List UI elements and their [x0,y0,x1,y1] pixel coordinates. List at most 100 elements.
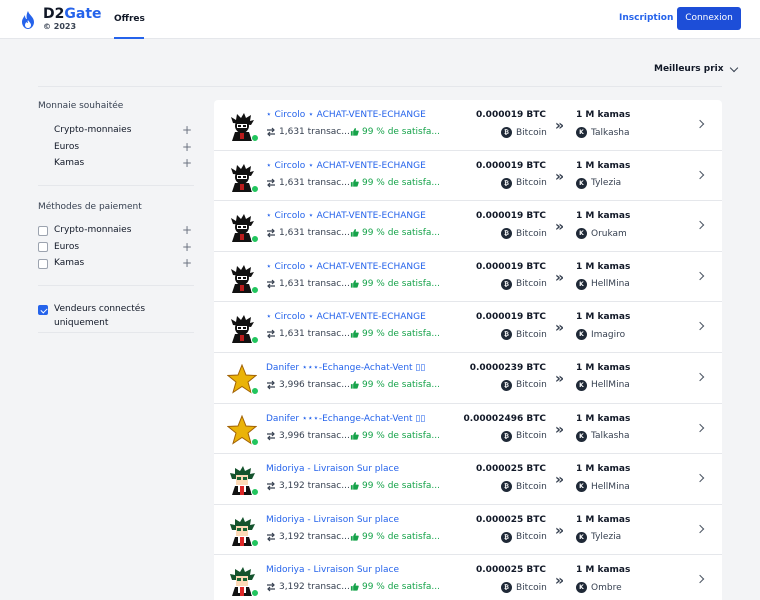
kamas-icon: K [576,582,587,594]
chevron-right-icon[interactable] [695,119,705,129]
exchange-icon [267,582,275,592]
plus-icon[interactable]: + [182,140,192,154]
seller-name[interactable]: Danifer ⋆⋆⋆-Echange-Achat-Vent ▯▯ [266,414,425,424]
bitcoin-icon: ₿ [501,531,512,543]
kamas-amount: 1 M kamas [576,312,631,323]
filter-label: Euros [54,242,80,252]
kamas-icon: K [576,177,587,189]
online-status-dot [251,336,259,345]
seller-name[interactable]: Danifer ⋆⋆⋆-Echange-Achat-Vent ▯▯ [266,363,425,373]
seller-name[interactable]: ⋆ Circolo ⋆ ACHAT-VENTE-ECHANGE [266,211,426,221]
bitcoin-icon: ₿ [501,278,512,290]
filter-label: Crypto-monnaies [54,125,132,135]
offer-row[interactable]: Danifer ⋆⋆⋆-Echange-Achat-Vent ▯▯ 3,996 … [214,352,722,404]
seller-name[interactable]: Midoriya - Livraison Sur place [266,565,399,575]
seller-name[interactable]: ⋆ Circolo ⋆ ACHAT-VENTE-ECHANGE [266,161,426,171]
online-status-dot [251,134,259,142]
login-button[interactable]: Connexion [677,7,741,30]
offer-row[interactable]: ⋆ Circolo ⋆ ACHAT-VENTE-ECHANGE 1,631 tr… [214,150,722,202]
sort-dropdown[interactable]: Meilleurs prix [654,63,738,74]
plus-icon[interactable]: + [182,156,192,170]
satisfaction-text: 99 % de satisfa... [361,531,440,542]
currency-filter-euros[interactable]: Euros + [54,140,194,154]
chevron-right-icon[interactable] [695,423,705,432]
offer-row[interactable]: Midoriya - Livraison Sur place 3,192 tra… [214,504,722,556]
currency-filter-kamas[interactable]: Kamas + [54,156,194,170]
payment-filter-kamas[interactable]: Kamas + [54,256,194,270]
kamas-amount: 1 M kamas [576,565,631,576]
filter-label: Crypto-monnaies [54,225,132,235]
kamas-amount: 1 M kamas [576,413,631,424]
satisfaction-rate: 99 % de satisfa... [350,127,440,137]
tab-offers[interactable]: Offres [114,0,145,39]
bitcoin-icon: ₿ [501,329,512,341]
transactions-text: 1,631 transac... [279,177,350,188]
offer-price: 0.0000239 BTC [469,362,546,373]
offer-row[interactable]: Midoriya - Livraison Sur place 3,192 tra… [214,555,722,600]
currency-filter-crypto[interactable]: Crypto-monnaies + [54,123,194,137]
chevron-right-icon[interactable] [695,170,705,179]
payment-method-text: Bitcoin [516,481,547,492]
bitcoin-icon: ₿ [501,127,512,138]
satisfaction-text: 99 % de satisfa... [361,481,440,492]
offer-price: 0.000019 BTC [476,261,546,272]
online-status-dot [251,488,259,497]
currency-filter-title: Monnaie souhaitée [38,101,124,111]
chevron-right-icon[interactable] [695,271,705,281]
offer-row[interactable]: ⋆ Circolo ⋆ ACHAT-VENTE-ECHANGE 1,631 tr… [214,100,722,151]
signup-link[interactable]: Inscription [619,13,673,23]
offer-row[interactable]: ⋆ Circolo ⋆ ACHAT-VENTE-ECHANGE 1,631 tr… [214,201,722,252]
payment-method: ₿ Bitcoin [501,127,547,138]
kamas-icon: K [576,329,587,341]
chevron-right-icon[interactable] [695,372,705,382]
seller-name[interactable]: ⋆ Circolo ⋆ ACHAT-VENTE-ECHANGE [266,312,426,322]
payment-kamas-checkbox[interactable] [38,259,48,269]
offer-row[interactable]: ⋆ Circolo ⋆ ACHAT-VENTE-ECHANGE 1,631 tr… [214,302,722,353]
seller-name[interactable]: ⋆ Circolo ⋆ ACHAT-VENTE-ECHANGE [266,262,426,272]
chevron-right-icon[interactable] [695,473,705,483]
bitcoin-icon: ₿ [501,228,512,240]
offer-price: 0.000019 BTC [476,211,546,222]
payment-method-text: Bitcoin [516,329,547,340]
online-only-label[interactable]: Vendeurs connectés uniquement [54,302,194,328]
offer-row[interactable]: Danifer ⋆⋆⋆-Echange-Achat-Vent ▯▯ 3,996 … [214,403,722,455]
logo-text[interactable]: D2Gate [43,6,102,22]
offer-row[interactable]: ⋆ Circolo ⋆ ACHAT-VENTE-ECHANGE 1,631 tr… [214,251,722,303]
seller-name[interactable]: Midoriya - Livraison Sur place [266,464,399,474]
thumbs-up-icon [350,583,359,591]
plus-icon[interactable]: + [182,240,192,254]
transactions-text: 1,631 transac... [279,329,350,340]
seller-name[interactable]: Midoriya - Livraison Sur place [266,515,399,525]
payment-method: ₿ Bitcoin [501,481,547,493]
chevron-right-icon[interactable] [695,220,705,230]
offer-price: 0.000025 BTC [476,464,546,475]
thumbs-up-icon [350,330,359,338]
seller-stats: 1,631 transac... 99 % de satisfa... [266,178,440,188]
kamas-icon: K [576,379,587,391]
payment-crypto-checkbox[interactable] [38,226,48,236]
payment-filter-euros[interactable]: Euros + [54,240,194,254]
transactions-text: 1,631 transac... [279,278,350,289]
flame-icon [22,11,34,29]
double-chevron-right-icon: » [555,370,565,387]
transactions-count: 3,192 transac... [266,582,350,592]
kamas-icon: K [576,481,587,493]
server-name: Imagiro [591,329,626,340]
chevron-right-icon[interactable] [695,322,705,331]
thumbs-up-icon [350,532,359,541]
offer-row[interactable]: Midoriya - Livraison Sur place 3,192 tra… [214,454,722,505]
plus-icon[interactable]: + [182,223,192,237]
online-status-dot [251,285,259,294]
seller-name[interactable]: ⋆ Circolo ⋆ ACHAT-VENTE-ECHANGE [266,110,426,120]
sort-label: Meilleurs prix [654,64,724,74]
thumbs-up-icon [350,178,359,187]
chevron-right-icon[interactable] [695,575,705,584]
online-only-checkbox[interactable] [38,305,48,315]
payment-filter-crypto[interactable]: Crypto-monnaies + [54,223,194,237]
payment-euros-checkbox[interactable] [38,242,48,252]
plus-icon[interactable]: + [182,123,192,137]
plus-icon[interactable]: + [182,256,192,270]
server-name: Tylezia [591,532,622,543]
chevron-right-icon[interactable] [695,524,705,533]
satisfaction-text: 99 % de satisfa... [361,379,440,390]
